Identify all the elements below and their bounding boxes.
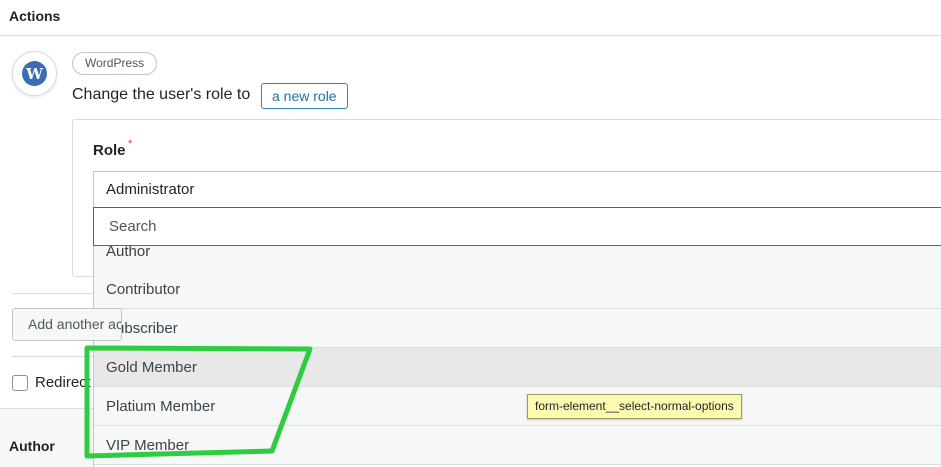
- recipe-editor-panel: Actions W WordPress Change the user's ro…: [0, 0, 941, 467]
- integration-avatar: W: [12, 51, 57, 96]
- redirect-label: Redirect: [35, 374, 91, 391]
- role-option-vip-member[interactable]: VIP Member: [94, 426, 941, 465]
- role-option-author[interactable]: Author: [94, 246, 941, 271]
- role-options-list: Author Contributor Subscriber Gold Membe…: [93, 246, 941, 467]
- role-search-input[interactable]: [93, 207, 941, 246]
- add-action-button[interactable]: Add another action: [12, 308, 122, 341]
- role-option-gold-member[interactable]: Gold Member: [94, 348, 941, 387]
- integration-badge: WordPress: [72, 52, 158, 75]
- author-title: Author: [9, 438, 55, 454]
- role-option-contributor[interactable]: Contributor: [94, 270, 941, 309]
- element-tooltip: form-element__select-normal-options: [527, 394, 742, 419]
- redirect-checkbox[interactable]: [12, 375, 28, 391]
- wordpress-icon: W: [22, 61, 47, 86]
- role-select[interactable]: Administrator: [93, 171, 941, 208]
- actions-title: Actions: [9, 8, 61, 24]
- divider: [12, 293, 93, 294]
- actions-header: Actions: [0, 0, 941, 36]
- role-label: Role: [93, 142, 126, 159]
- action-sentence: Change the user's role to: [72, 86, 251, 103]
- required-asterisk: *: [128, 138, 133, 150]
- role-option-platium-member[interactable]: Platium Member: [94, 387, 941, 426]
- divider: [12, 356, 93, 357]
- new-role-token[interactable]: a new role: [261, 83, 348, 109]
- role-option-subscriber[interactable]: Subscriber: [94, 309, 941, 348]
